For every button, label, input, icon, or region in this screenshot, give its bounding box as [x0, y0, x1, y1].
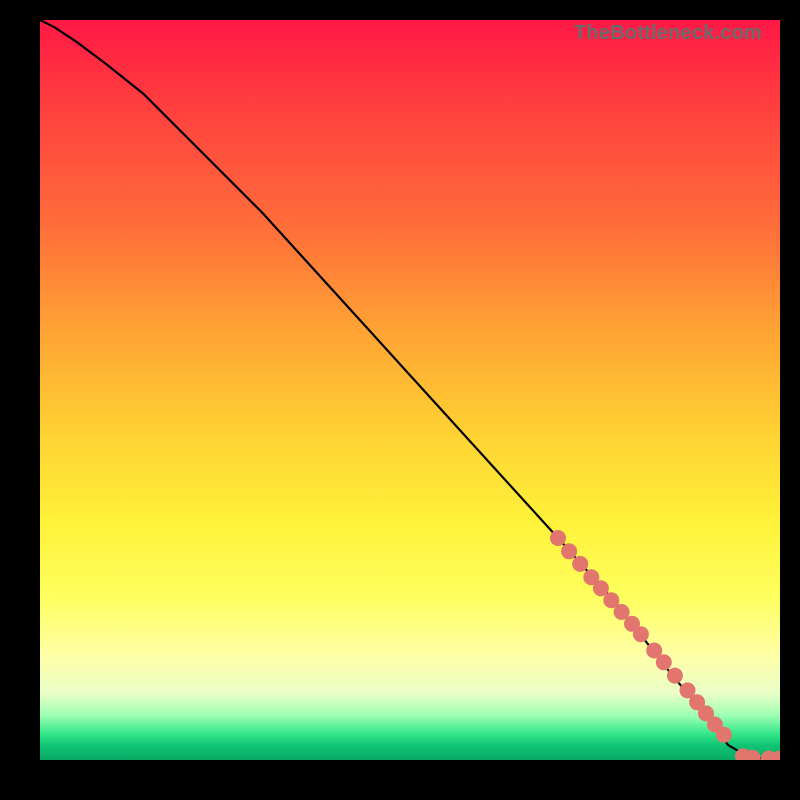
curve-path	[40, 20, 780, 759]
data-marker	[550, 530, 566, 546]
chart-frame: TheBottleneck.com	[0, 0, 800, 800]
plot-area: TheBottleneck.com	[40, 20, 780, 760]
data-marker	[656, 654, 672, 670]
data-marker	[667, 668, 683, 684]
data-marker	[633, 626, 649, 642]
data-marker	[561, 543, 577, 559]
chart-svg	[40, 20, 780, 760]
marker-group	[550, 530, 780, 760]
data-marker	[716, 727, 732, 743]
data-marker	[572, 556, 588, 572]
